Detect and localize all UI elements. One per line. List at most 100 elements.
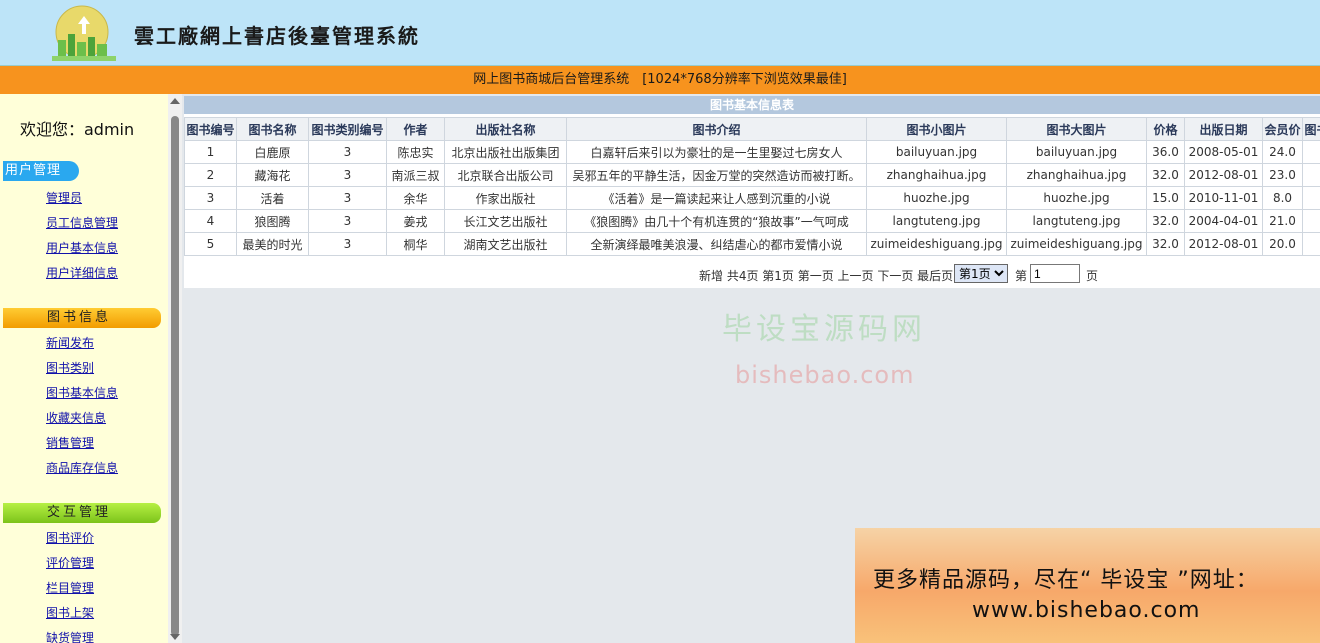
table-cell: zhanghaihua.jpg bbox=[866, 163, 1007, 187]
table-cell: 《活着》是一篇读起来让人感到沉重的小说 bbox=[566, 186, 867, 210]
table-row[interactable]: 3 活着 3 余华 作家出版社 《活着》是一篇读起来让人感到沉重的小说 huozhe.jpg… bbox=[184, 186, 1320, 210]
table-cell: 2004-04-01 bbox=[1184, 209, 1263, 233]
column-header: 图书名称 bbox=[236, 117, 309, 141]
table-cell: zuimeideshiguang.jpg bbox=[866, 232, 1007, 256]
table-cell: 32.0 bbox=[1146, 209, 1185, 233]
sidebar-item-admin[interactable]: 管理员 bbox=[46, 189, 82, 206]
table-cell: 2008-05-01 bbox=[1184, 140, 1263, 164]
table-cell: 3 bbox=[308, 140, 387, 164]
book-table-panel: 图书基本信息表 图书编号 图书名称 图书类别编号 作者 出版社名称 图书介绍 图书小图片 图书… bbox=[184, 96, 1320, 288]
table-cell: 32.0 bbox=[1146, 163, 1185, 187]
sidebar-item-staff[interactable]: 员工信息管理 bbox=[46, 214, 118, 231]
sidebar-item-book-category[interactable]: 图书类别 bbox=[46, 359, 94, 376]
table-cell: 吴邪五年的平静生活，因金万堂的突然造访而被打断。 bbox=[566, 163, 867, 187]
menu-group-interaction[interactable]: 交互管理 bbox=[3, 503, 161, 523]
banner: 网上图书商城后台管理系统 [1024*768分辨率下浏览效果最佳] bbox=[0, 66, 1320, 94]
sidebar-item-book-review[interactable]: 图书评价 bbox=[46, 529, 94, 546]
table-cell: 36.0 bbox=[1146, 140, 1185, 164]
table-cell: 白嘉轩后来引以为豪壮的是一生里娶过七房女人 bbox=[566, 140, 867, 164]
sidebar-item-stock[interactable]: 商品库存信息 bbox=[46, 459, 118, 476]
table-cell: 2010-11-01 bbox=[1184, 186, 1263, 210]
table-cell: langtuteng.jpg bbox=[1006, 209, 1147, 233]
table-cell: 活着 bbox=[236, 186, 309, 210]
column-header: 会员价 bbox=[1262, 117, 1303, 141]
table-row[interactable]: 4 狼图腾 3 姜戎 长江文艺出版社 《狼图腾》由几十个有机连贯的“狼故事”一气呵成 lan… bbox=[184, 209, 1320, 233]
table-cell bbox=[1302, 232, 1320, 256]
table-cell bbox=[1302, 186, 1320, 210]
page-select[interactable]: 第1页 bbox=[954, 264, 1008, 283]
table-cell: 湖南文艺出版社 bbox=[444, 232, 567, 256]
table-cell: 最美的时光 bbox=[236, 232, 309, 256]
table-cell: 桐华 bbox=[386, 232, 445, 256]
table-cell: 姜戎 bbox=[386, 209, 445, 233]
table-cell: 陈忠实 bbox=[386, 140, 445, 164]
sidebar-item-news[interactable]: 新闻发布 bbox=[46, 334, 94, 351]
sidebar-item-sales[interactable]: 销售管理 bbox=[46, 434, 94, 451]
table-cell: 24.0 bbox=[1262, 140, 1303, 164]
table-cell bbox=[1302, 163, 1320, 187]
sidebar-item-book-basic[interactable]: 图书基本信息 bbox=[46, 384, 118, 401]
table-cell: 2 bbox=[184, 163, 237, 187]
menu-group-book[interactable]: 图书信息 bbox=[3, 308, 161, 328]
table-cell: 3 bbox=[308, 163, 387, 187]
menu-group-user[interactable]: 用户管理 bbox=[3, 161, 79, 181]
table-cell: 21.0 bbox=[1262, 209, 1303, 233]
header: 雲工廠網上書店後臺管理系統 bbox=[0, 0, 1320, 66]
sidebar-item-user-detail[interactable]: 用户详细信息 bbox=[46, 264, 118, 281]
page-label-after: 页 bbox=[1086, 269, 1099, 283]
column-header: 图书类别编号 bbox=[308, 117, 387, 141]
pager-text[interactable]: 新增 共4页 第1页 第一页 上一页 下一页 最后页 bbox=[699, 267, 953, 284]
site-title: 雲工廠網上書店後臺管理系統 bbox=[134, 24, 420, 48]
page-input[interactable] bbox=[1030, 264, 1080, 283]
table-cell: 4 bbox=[184, 209, 237, 233]
table-cell: 3 bbox=[184, 186, 237, 210]
table-cell: huozhe.jpg bbox=[1006, 186, 1147, 210]
table-cell: 2012-08-01 bbox=[1184, 163, 1263, 187]
column-header: 图书大图片 bbox=[1006, 117, 1147, 141]
table-cell: 3 bbox=[308, 186, 387, 210]
table-cell: 15.0 bbox=[1146, 186, 1185, 210]
table-cell: 全新演绎最唯美浪漫、纠结虐心的都市爱情小说 bbox=[566, 232, 867, 256]
sidebar: 欢迎您：admin 用户管理 管理员 员工信息管理 用户基本信息 用户详细信息 … bbox=[0, 94, 168, 643]
pager: 新增 共4页 第1页 第一页 上一页 下一页 最后页 第1页 第 页 bbox=[184, 262, 1320, 286]
table-row[interactable]: 2 藏海花 3 南派三叔 北京联合出版公司 吴邪五年的平静生活，因金万堂的突然造访而被打断… bbox=[184, 163, 1320, 187]
table-header-row: 图书编号 图书名称 图书类别编号 作者 出版社名称 图书介绍 图书小图片 图书大图片 价格 出版日… bbox=[184, 117, 1320, 141]
sidebar-item-user-basic[interactable]: 用户基本信息 bbox=[46, 239, 118, 256]
table-cell: 2012-08-01 bbox=[1184, 232, 1263, 256]
scroll-up-icon[interactable] bbox=[170, 98, 180, 104]
sidebar-item-review-manage[interactable]: 评价管理 bbox=[46, 554, 94, 571]
column-header: 图书介绍 bbox=[566, 117, 867, 141]
column-header: 图书小图片 bbox=[866, 117, 1007, 141]
table-cell: 北京联合出版公司 bbox=[444, 163, 567, 187]
sidebar-item-book-shelf[interactable]: 图书上架 bbox=[46, 604, 94, 621]
table-cell: huozhe.jpg bbox=[866, 186, 1007, 210]
sidebar-scrollbar[interactable] bbox=[168, 94, 182, 643]
column-header: 出版社名称 bbox=[444, 117, 567, 141]
table-cell: 3 bbox=[308, 209, 387, 233]
column-header: 图书编号 bbox=[184, 117, 237, 141]
table-cell: 32.0 bbox=[1146, 232, 1185, 256]
table-row[interactable]: 5 最美的时光 3 桐华 湖南文艺出版社 全新演绎最唯美浪漫、纠结虐心的都市爱情小说 zui… bbox=[184, 232, 1320, 256]
column-header: 出版日期 bbox=[1184, 117, 1263, 141]
ad-banner[interactable]: 更多精品源码，尽在“ 毕设宝 ”网址： www.bishebao.com bbox=[855, 528, 1320, 643]
sidebar-item-column-manage[interactable]: 栏目管理 bbox=[46, 579, 94, 596]
logo-icon bbox=[52, 5, 116, 61]
panel-title: 图书基本信息表 bbox=[184, 96, 1320, 114]
table-cell: 北京出版社出版集团 bbox=[444, 140, 567, 164]
table-cell bbox=[1302, 209, 1320, 233]
table-cell: bailuyuan.jpg bbox=[866, 140, 1007, 164]
ad-line1: 更多精品源码，尽在“ 毕设宝 ”网址： bbox=[873, 568, 1259, 593]
watermark-url: bishebao.com bbox=[735, 361, 915, 389]
sidebar-item-favorites[interactable]: 收藏夹信息 bbox=[46, 409, 106, 426]
welcome-text: 欢迎您：admin bbox=[20, 120, 135, 139]
table-cell: 白鹿原 bbox=[236, 140, 309, 164]
table-cell: langtuteng.jpg bbox=[866, 209, 1007, 233]
scroll-thumb[interactable] bbox=[171, 116, 179, 636]
sidebar-item-out-of-stock[interactable]: 缺货管理 bbox=[46, 629, 94, 643]
table-cell: 5 bbox=[184, 232, 237, 256]
table-cell: 《狼图腾》由几十个有机连贯的“狼故事”一气呵成 bbox=[566, 209, 867, 233]
column-header: 图书 bbox=[1302, 117, 1320, 141]
table-row[interactable]: 1 白鹿原 3 陈忠实 北京出版社出版集团 白嘉轩后来引以为豪壮的是一生里娶过七房女人 ba… bbox=[184, 140, 1320, 164]
table-cell bbox=[1302, 140, 1320, 164]
scroll-down-icon[interactable] bbox=[170, 634, 180, 640]
